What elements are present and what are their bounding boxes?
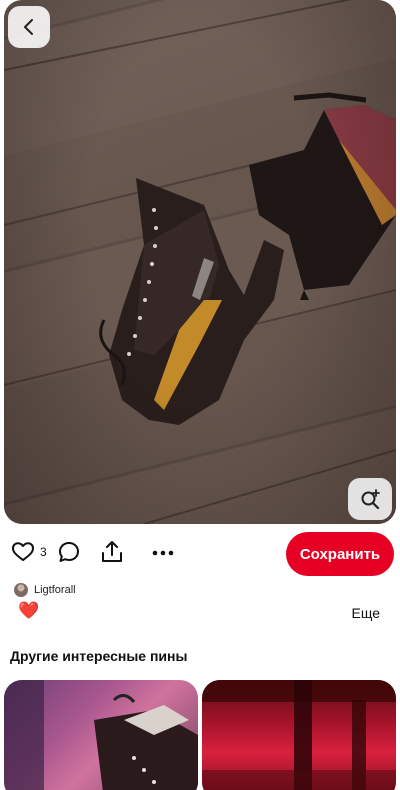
avatar — [14, 583, 28, 597]
heart-outline-icon — [12, 542, 34, 561]
comment-button[interactable] — [58, 541, 80, 563]
pin-action-bar: 3 Сохранить — [0, 528, 400, 578]
share-icon — [102, 541, 122, 562]
back-button[interactable] — [8, 6, 50, 48]
like-button[interactable] — [12, 542, 34, 562]
like-count: 3 — [40, 545, 47, 559]
visual-search-icon — [361, 489, 380, 510]
more-options-button[interactable] — [151, 541, 175, 565]
chevron-left-icon — [24, 19, 33, 35]
comment-icon — [59, 542, 79, 562]
ellipsis-icon — [152, 550, 174, 556]
related-pin-image — [4, 680, 198, 790]
like-group: 3 — [12, 542, 47, 562]
related-pin-card[interactable] — [202, 680, 396, 790]
related-pin-card[interactable] — [4, 680, 198, 790]
more-link[interactable]: Еще — [352, 605, 381, 621]
pin-author[interactable]: Ligtforall — [14, 583, 76, 597]
author-name: Ligtforall — [34, 584, 76, 596]
save-button[interactable]: Сохранить — [286, 532, 394, 576]
share-button[interactable] — [101, 540, 123, 564]
description-emoji: ❤️ — [18, 601, 40, 620]
related-pins-title: Другие интересные пины — [10, 648, 188, 664]
pin-image[interactable] — [4, 0, 396, 524]
related-pin-image — [202, 680, 396, 790]
visual-search-button[interactable] — [348, 478, 392, 520]
